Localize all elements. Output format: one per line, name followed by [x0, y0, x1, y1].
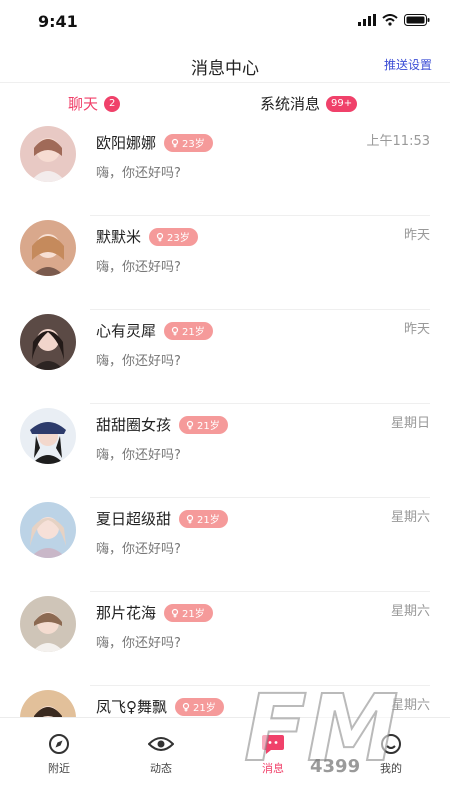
age-label: 23岁	[167, 233, 190, 244]
nav-me-label: 我的	[380, 762, 402, 775]
message-icon	[262, 735, 284, 754]
conversation-row[interactable]: 默默米 23岁 嗨，你还好吗? 昨天	[0, 216, 450, 310]
conversation-row[interactable]: 欧阳娜娜 23岁 嗨，你还好吗? 上午11:53	[0, 122, 450, 216]
age-badge: 21岁	[164, 603, 213, 622]
nav-messages-label: 消息	[262, 762, 284, 775]
status-icons	[358, 14, 430, 26]
age-badge: 23岁	[149, 227, 198, 246]
push-settings-link[interactable]: 推送设置	[384, 56, 432, 73]
name-line: 默默米 23岁	[96, 226, 198, 247]
contact-name: 凤飞♀舞飘	[96, 698, 167, 716]
message-time: 上午11:53	[366, 134, 430, 149]
nav-nearby-label: 附近	[48, 762, 70, 775]
age-label: 21岁	[197, 515, 220, 526]
conversation-row[interactable]: 那片花海 21岁 嗨，你还好吗? 星期六	[0, 592, 450, 686]
wifi-icon	[382, 14, 398, 26]
battery-icon	[404, 14, 430, 26]
age-badge: 21岁	[164, 321, 213, 340]
page-title: 消息中心	[191, 59, 259, 79]
contact-name: 欧阳娜娜	[96, 134, 157, 152]
message-time: 昨天	[403, 322, 430, 337]
avatar[interactable]	[20, 126, 76, 182]
message-tabs: 聊天 2 系统消息 99+	[0, 88, 450, 120]
nav-bar: 消息中心 推送设置	[0, 44, 450, 83]
message-time: 星期六	[390, 604, 430, 619]
contact-name: 心有灵犀	[96, 322, 157, 340]
message-preview: 嗨，你还好吗?	[96, 354, 181, 369]
avatar[interactable]	[20, 408, 76, 464]
tab-system-label: 系统消息	[260, 95, 321, 113]
chat-unread-badge: 2	[104, 95, 121, 112]
name-line: 欧阳娜娜 23岁	[96, 132, 213, 153]
avatar[interactable]	[20, 314, 76, 370]
name-line: 那片花海 21岁	[96, 602, 213, 623]
tab-chat-label: 聊天	[68, 95, 99, 113]
message-preview: 嗨，你还好吗?	[96, 260, 181, 275]
name-line: 甜甜圈女孩 21岁	[96, 414, 228, 435]
gender-icon	[182, 702, 190, 711]
contact-name: 那片花海	[96, 604, 157, 622]
message-time: 星期六	[390, 698, 430, 713]
age-badge: 21岁	[179, 509, 228, 528]
contact-name: 夏日超级甜	[96, 510, 172, 528]
signal-icon	[358, 14, 376, 26]
age-badge: 23岁	[164, 133, 213, 152]
conversation-row[interactable]: 心有灵犀 21岁 嗨，你还好吗? 昨天	[0, 310, 450, 404]
message-time: 昨天	[403, 228, 430, 243]
avatar[interactable]	[20, 596, 76, 652]
bottom-nav: 附近 动态 消息 我的	[0, 717, 450, 800]
message-time: 星期日	[390, 416, 430, 431]
gender-icon	[156, 232, 164, 241]
nav-me[interactable]: 我的	[356, 732, 426, 776]
age-label: 21岁	[182, 327, 205, 338]
nav-moments[interactable]: 动态	[126, 732, 196, 776]
nav-nearby[interactable]: 附近	[24, 732, 94, 776]
message-preview: 嗨，你还好吗?	[96, 636, 181, 651]
message-preview: 嗨，你还好吗?	[96, 166, 181, 181]
age-label: 21岁	[197, 421, 220, 432]
status-time: 9:41	[38, 12, 78, 31]
message-preview: 嗨，你还好吗?	[96, 448, 181, 463]
conversation-row[interactable]: 甜甜圈女孩 21岁 嗨，你还好吗? 星期日	[0, 404, 450, 498]
gender-icon	[171, 326, 179, 335]
compass-icon	[49, 734, 69, 754]
nav-messages[interactable]: 消息	[238, 732, 308, 776]
nav-moments-label: 动态	[150, 762, 172, 775]
message-preview: 嗨，你还好吗?	[96, 542, 181, 557]
age-label: 21岁	[193, 703, 216, 714]
contact-name: 甜甜圈女孩	[96, 416, 172, 434]
age-label: 23岁	[182, 139, 205, 150]
gender-icon	[186, 514, 194, 523]
eye-icon	[148, 737, 174, 751]
system-unread-badge: 99+	[326, 95, 358, 112]
gender-icon	[171, 608, 179, 617]
age-badge: 21岁	[179, 415, 228, 434]
conversation-row[interactable]: 夏日超级甜 21岁 嗨，你还好吗? 星期六	[0, 498, 450, 592]
age-badge: 21岁	[175, 697, 224, 716]
contact-name: 默默米	[96, 228, 142, 246]
tab-chat[interactable]: 聊天 2	[68, 93, 121, 114]
message-time: 星期六	[390, 510, 430, 525]
status-bar: 9:41	[0, 0, 450, 44]
age-label: 21岁	[182, 609, 205, 620]
name-line: 凤飞♀舞飘 21岁	[96, 696, 224, 717]
gender-icon	[186, 420, 194, 429]
profile-icon	[381, 734, 401, 754]
name-line: 夏日超级甜 21岁	[96, 508, 228, 529]
avatar[interactable]	[20, 502, 76, 558]
avatar[interactable]	[20, 220, 76, 276]
gender-icon	[171, 138, 179, 147]
tab-system-messages[interactable]: 系统消息 99+	[260, 93, 358, 114]
name-line: 心有灵犀 21岁	[96, 320, 213, 341]
